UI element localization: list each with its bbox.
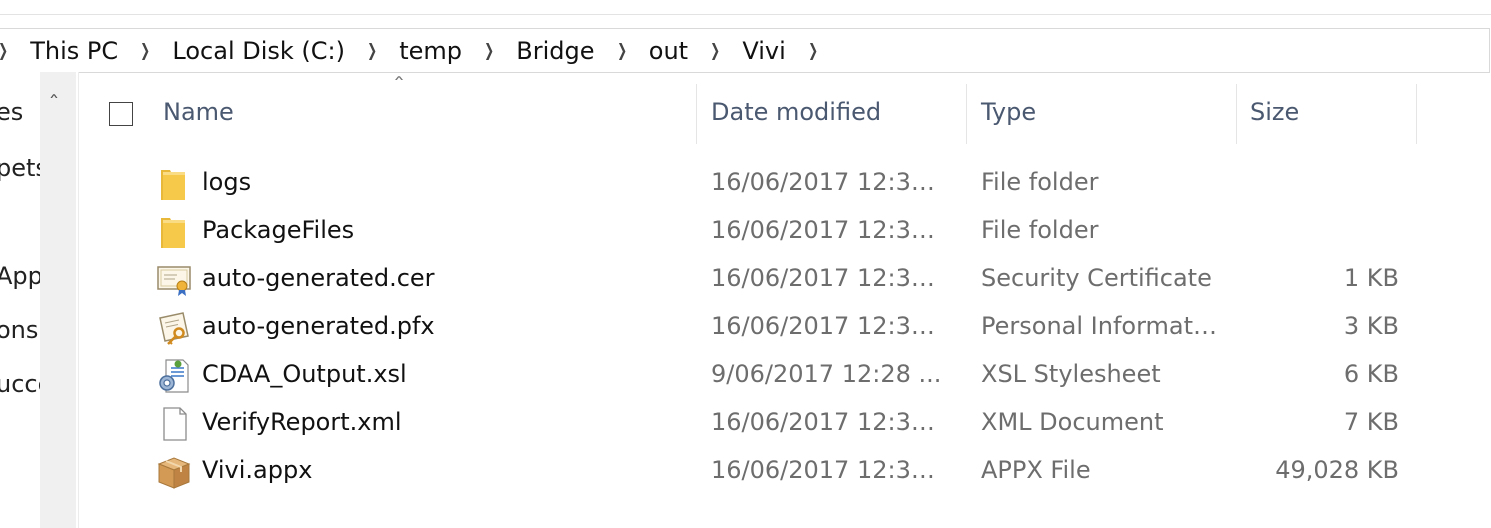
file-name[interactable]: auto-generated.cer <box>202 264 435 292</box>
column-header-name[interactable]: Name <box>163 98 234 126</box>
file-name[interactable]: logs <box>202 168 251 196</box>
file-row[interactable]: auto-generated.pfx 16/06/2017 12:38... P… <box>79 304 1419 352</box>
file-type: File folder <box>981 168 1099 196</box>
chevron-right-icon[interactable]: ❯ <box>710 41 720 61</box>
file-type: Security Certificate <box>981 264 1212 292</box>
file-size: 1 KB <box>1343 264 1399 292</box>
scroll-up-arrow-icon[interactable]: ˄ <box>48 92 59 111</box>
breadcrumb-this-pc[interactable]: This PC <box>30 37 118 65</box>
nav-item[interactable]: ons <box>0 316 38 344</box>
column-header-size[interactable]: Size <box>1250 98 1299 126</box>
file-date-modified: 16/06/2017 12:38... <box>711 216 946 244</box>
file-type: XML Document <box>981 408 1164 436</box>
package-box-icon <box>157 457 191 489</box>
file-name[interactable]: CDAA_Output.xsl <box>202 360 407 388</box>
pfx-key-icon <box>159 312 189 345</box>
file-row[interactable]: CDAA_Output.xsl 9/06/2017 12:28 ... XSL … <box>79 352 1419 400</box>
file-size: 7 KB <box>1343 408 1399 436</box>
file-type: Personal Informati... <box>981 312 1219 340</box>
file-name[interactable]: PackageFiles <box>202 216 354 244</box>
file-type: XSL Stylesheet <box>981 360 1161 388</box>
file-size: 49,028 KB <box>1275 456 1399 484</box>
column-header-date-modified[interactable]: Date modified <box>711 98 881 126</box>
breadcrumb-temp[interactable]: temp <box>399 37 462 65</box>
column-separator[interactable] <box>1416 84 1417 144</box>
file-size: 6 KB <box>1343 360 1399 388</box>
xsl-stylesheet-icon <box>159 359 189 393</box>
file-row[interactable]: VerifyReport.xml 16/06/2017 12:39... XML… <box>79 400 1419 448</box>
file-name[interactable]: auto-generated.pfx <box>202 312 435 340</box>
column-separator[interactable] <box>966 84 967 144</box>
folder-icon <box>161 170 185 200</box>
file-row[interactable]: PackageFiles 16/06/2017 12:38... File fo… <box>79 208 1419 256</box>
file-date-modified: 16/06/2017 12:39... <box>711 408 946 436</box>
certificate-icon <box>157 266 191 296</box>
chevron-right-icon[interactable]: ❯ <box>0 41 8 61</box>
nav-item[interactable]: es <box>0 98 23 126</box>
breadcrumb-local-disk[interactable]: Local Disk (C:) <box>172 37 345 65</box>
column-header-type[interactable]: Type <box>981 98 1036 126</box>
file-row[interactable]: logs 16/06/2017 12:38... File folder <box>79 160 1419 208</box>
file-name[interactable]: VerifyReport.xml <box>202 408 402 436</box>
file-date-modified: 16/06/2017 12:38... <box>711 168 946 196</box>
chevron-right-icon[interactable]: ❯ <box>140 41 150 61</box>
navigation-pane: es pets App ons ucce ˄ <box>0 72 78 528</box>
breadcrumb-vivi[interactable]: Vivi <box>742 37 785 65</box>
file-date-modified: 16/06/2017 12:38... <box>711 312 946 340</box>
column-header-row: ˄ Name Date modified Type Size <box>79 74 1491 144</box>
column-separator[interactable] <box>1236 84 1237 144</box>
chevron-right-icon[interactable]: ❯ <box>367 41 377 61</box>
column-separator[interactable] <box>696 84 697 144</box>
breadcrumb[interactable]: ❯ This PC ❯ Local Disk (C:) ❯ temp ❯ Bri… <box>0 28 1490 73</box>
sort-ascending-icon: ˄ <box>392 74 406 93</box>
nav-pane-scrollbar[interactable] <box>40 72 76 528</box>
file-row[interactable]: auto-generated.cer 16/06/2017 12:38... S… <box>79 256 1419 304</box>
file-type: APPX File <box>981 456 1091 484</box>
chevron-right-icon[interactable]: ❯ <box>484 41 494 61</box>
file-size: 3 KB <box>1343 312 1399 340</box>
file-row[interactable]: Vivi.appx 16/06/2017 12:38... APPX File … <box>79 448 1419 496</box>
document-icon <box>163 407 187 441</box>
file-type: File folder <box>981 216 1099 244</box>
breadcrumb-bridge[interactable]: Bridge <box>516 37 594 65</box>
breadcrumb-out[interactable]: out <box>649 37 688 65</box>
file-name[interactable]: Vivi.appx <box>202 456 312 484</box>
file-date-modified: 16/06/2017 12:38... <box>711 264 946 292</box>
nav-item[interactable]: App <box>0 262 43 290</box>
window-top-edge <box>0 14 1491 15</box>
chevron-right-icon[interactable]: ❯ <box>617 41 627 61</box>
file-date-modified: 9/06/2017 12:28 ... <box>711 360 942 388</box>
chevron-right-icon[interactable]: ❯ <box>808 41 818 61</box>
select-all-checkbox[interactable] <box>109 102 133 126</box>
folder-icon <box>161 218 185 248</box>
file-date-modified: 16/06/2017 12:38... <box>711 456 946 484</box>
